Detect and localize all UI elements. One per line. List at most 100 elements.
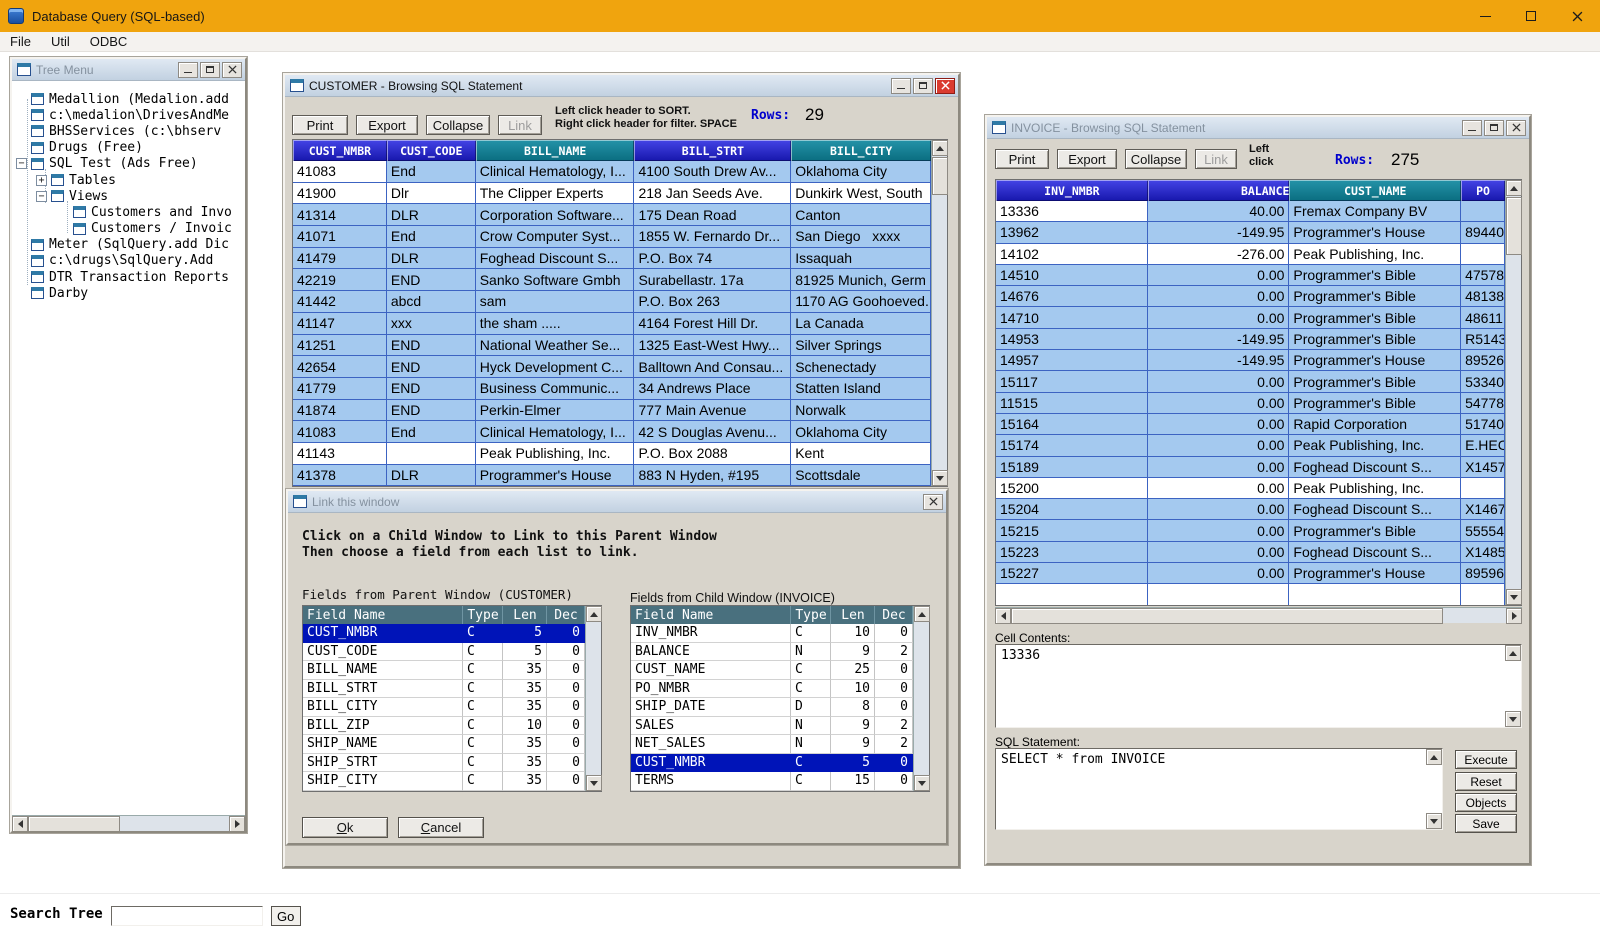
minimize-button[interactable] [1462, 120, 1482, 136]
tree-expander-icon[interactable]: − [16, 158, 27, 169]
cell-cust-code[interactable] [387, 443, 476, 465]
column-header-type[interactable]: Type [463, 606, 503, 624]
cell-bill-city[interactable]: Issaquah [791, 248, 931, 270]
tree-item[interactable]: + Tables [12, 172, 245, 188]
cell-inv-nmbr[interactable]: 15117 [996, 371, 1148, 392]
tree-item[interactable]: c:\drugs\SqlQuery.Add [12, 253, 245, 269]
cell-balance[interactable]: 0.00 [1148, 563, 1290, 584]
scroll-up-button[interactable] [1426, 749, 1442, 765]
tree-item[interactable]: BHSServices (c:\bhserv [12, 123, 245, 139]
cell-bill-city[interactable]: Norwalk [791, 400, 931, 422]
cell-field-name[interactable]: BILL_CITY [303, 698, 463, 717]
invoice-titlebar[interactable]: INVOICE - Browsing SQL Statement [987, 117, 1529, 139]
cell-type[interactable]: C [463, 772, 503, 791]
collapse-button[interactable]: Collapse [426, 115, 490, 135]
column-header-len[interactable]: Len [831, 606, 875, 624]
cell-type[interactable]: N [791, 735, 831, 754]
tree-item[interactable]: Customers and Invo [12, 204, 245, 220]
cell-bill-strt[interactable]: Balltown And Consau... [634, 356, 791, 378]
cell-dec[interactable]: 0 [547, 735, 585, 754]
cell-po-nmbr[interactable] [1461, 201, 1505, 222]
cell-bill-city[interactable]: Scottsdale [791, 465, 931, 486]
cell-bill-name[interactable]: Peak Publishing, Inc. [476, 443, 635, 465]
scroll-left-button[interactable] [995, 608, 1011, 624]
cell-field-name[interactable]: TERMS [631, 772, 791, 791]
cell-balance[interactable]: 0.00 [1148, 307, 1290, 328]
table-row[interactable]: 15117 0.00 Programmer's Bible 53340 [996, 371, 1505, 392]
cell-cust-name[interactable]: Foghead Discount S... [1289, 542, 1461, 563]
table-row[interactable]: 15223 0.00 Foghead Discount S... X14850J [996, 542, 1505, 563]
cell-cust-code[interactable]: DLR [387, 465, 476, 486]
column-header-type[interactable]: Type [791, 606, 831, 624]
cell-len[interactable]: 35 [503, 754, 547, 773]
cell-bill-city[interactable]: 81925 Munich, Germ [791, 269, 931, 291]
cell-len[interactable]: 10 [503, 717, 547, 736]
cell-cust-name[interactable]: Foghead Discount S... [1289, 499, 1461, 520]
vertical-scrollbar[interactable] [585, 606, 601, 791]
cell-type[interactable]: C [791, 680, 831, 699]
scroll-up-button[interactable] [1505, 645, 1521, 661]
cell-po-nmbr[interactable]: 894405 [1461, 222, 1505, 243]
cell-field-name[interactable]: SHIP_DATE [631, 698, 791, 717]
cell-dec[interactable]: 2 [875, 735, 913, 754]
cell-bill-strt[interactable]: 42 S Douglas Avenu... [634, 421, 791, 443]
cell-inv-nmbr[interactable]: 15200 [996, 478, 1148, 499]
table-row[interactable] [996, 584, 1505, 605]
table-row[interactable]: 15189 0.00 Foghead Discount S... X14578J [996, 457, 1505, 478]
table-row[interactable]: 14957 -149.95 Programmer's House 895260 [996, 350, 1505, 371]
tree-item[interactable]: c:\medalion\DrivesAndMe [12, 107, 245, 123]
cancel-button[interactable]: Cancel [398, 817, 484, 838]
cell-dec[interactable]: 0 [875, 680, 913, 699]
cell-balance[interactable]: -149.95 [1148, 350, 1290, 371]
cell-balance[interactable]: -149.95 [1148, 222, 1290, 243]
cell-field-name[interactable]: BILL_NAME [303, 661, 463, 680]
cell-cust-nmbr[interactable]: 41083 [293, 421, 387, 443]
cell-cust-name[interactable]: Programmer's House [1289, 222, 1461, 243]
cell-cust-nmbr[interactable]: 41251 [293, 335, 387, 357]
cell-po-nmbr[interactable]: 517404 [1461, 414, 1505, 435]
cell-type[interactable]: C [791, 772, 831, 791]
cell-inv-nmbr[interactable]: 15174 [996, 435, 1148, 456]
search-tree-input[interactable] [111, 906, 263, 926]
cell-dec[interactable]: 0 [547, 754, 585, 773]
scroll-down-button[interactable] [1505, 711, 1521, 727]
scroll-right-button[interactable] [1506, 608, 1522, 624]
cell-cust-nmbr[interactable]: 41143 [293, 443, 387, 465]
scrollbar-thumb[interactable] [1011, 608, 1443, 624]
table-row[interactable]: 14676 0.00 Programmer's Bible 48138 [996, 286, 1505, 307]
cell-len[interactable]: 5 [503, 643, 547, 662]
cell-balance[interactable]: -276.00 [1148, 244, 1290, 265]
tree-item[interactable]: Customers / Invoic [12, 221, 245, 237]
scroll-left-button[interactable] [12, 816, 28, 831]
cell-inv-nmbr[interactable] [996, 584, 1148, 605]
cell-bill-strt[interactable]: 34 Andrews Place [634, 378, 791, 400]
cell-field-name[interactable]: SHIP_NAME [303, 735, 463, 754]
table-row[interactable]: 14102 -276.00 Peak Publishing, Inc. [996, 244, 1505, 265]
cell-len[interactable]: 35 [503, 735, 547, 754]
table-row[interactable]: 13336 40.00 Fremax Company BV [996, 201, 1505, 222]
cell-cust-code[interactable]: END [387, 269, 476, 291]
cell-bill-strt[interactable]: P.O. Box 263 [634, 291, 791, 313]
cell-cust-nmbr[interactable]: 42654 [293, 356, 387, 378]
cell-po-nmbr[interactable]: 55554 [1461, 520, 1505, 541]
cell-bill-city[interactable]: 1170 AG Goohoeved. [791, 291, 931, 313]
table-row[interactable]: 15200 0.00 Peak Publishing, Inc. [996, 478, 1505, 499]
cell-cust-nmbr[interactable]: 41147 [293, 313, 387, 335]
vertical-scrollbar[interactable] [1505, 180, 1521, 605]
table-row[interactable]: 41071 End Crow Computer Syst... 1855 W. … [293, 226, 931, 248]
cell-type[interactable]: C [463, 698, 503, 717]
field-row[interactable]: BILL_CITY C 35 0 [303, 698, 585, 717]
cell-dec[interactable]: 0 [875, 661, 913, 680]
column-header-inv-nmbr[interactable]: INV_NMBR [996, 180, 1148, 201]
cell-dec[interactable]: 0 [547, 661, 585, 680]
cell-balance[interactable]: 0.00 [1148, 478, 1290, 499]
tree-item[interactable]: Darby [12, 285, 245, 301]
cell-bill-name[interactable]: Business Communic... [476, 378, 635, 400]
minimize-button[interactable] [891, 78, 911, 94]
column-header-po-nmbr[interactable]: PO [1461, 180, 1505, 201]
cell-bill-city[interactable]: Dunkirk West, South [791, 183, 931, 205]
table-row[interactable]: 14953 -149.95 Programmer's Bible R51434 [996, 329, 1505, 350]
table-row[interactable]: 15164 0.00 Rapid Corporation 517404 [996, 414, 1505, 435]
tree-item[interactable]: Meter (SqlQuery.add Dic [12, 237, 245, 253]
cell-inv-nmbr[interactable]: 15223 [996, 542, 1148, 563]
